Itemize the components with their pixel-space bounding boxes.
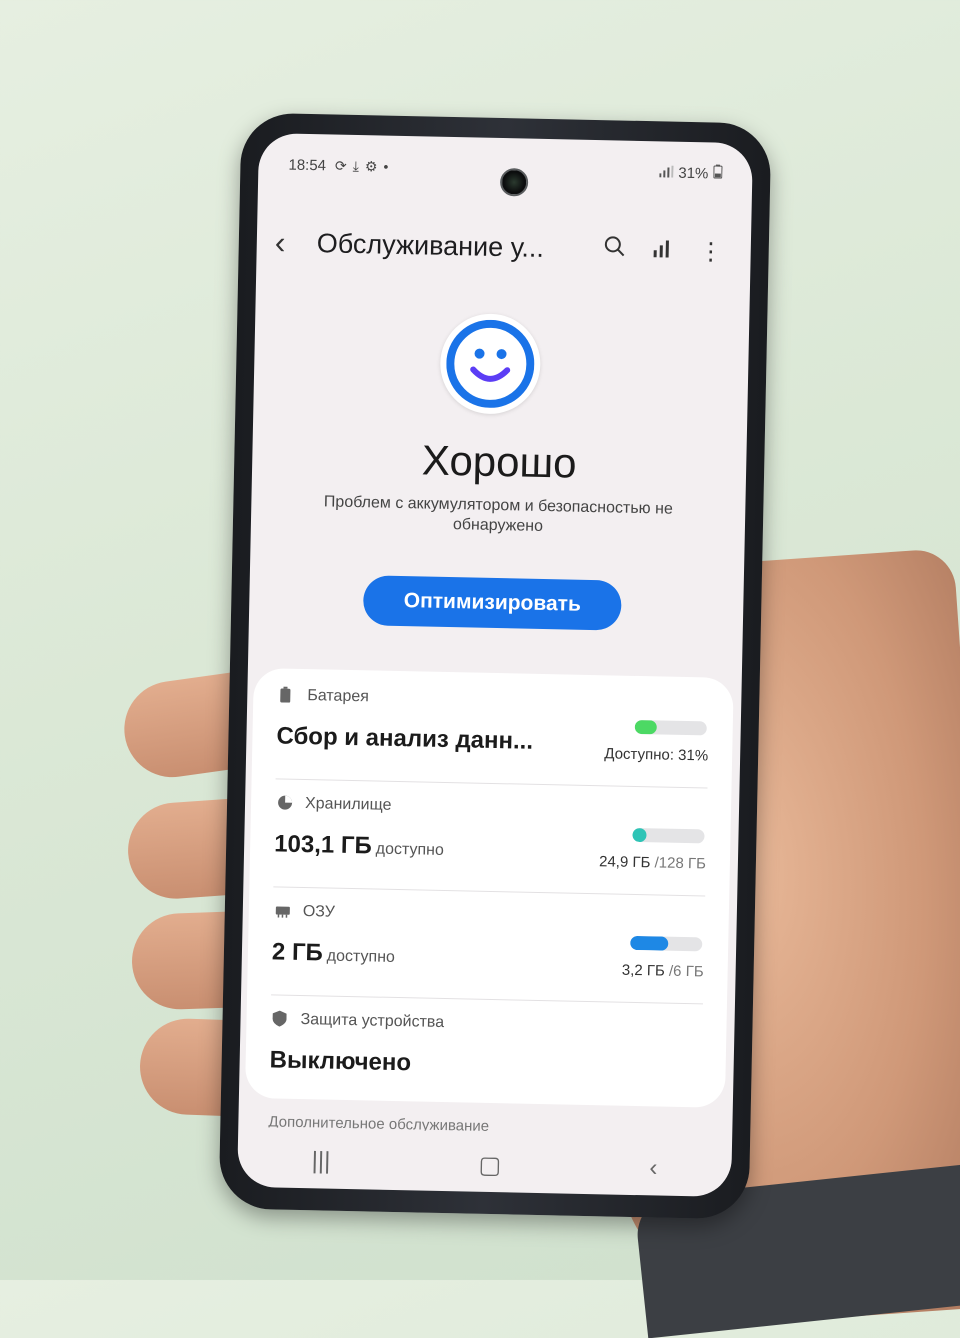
home-icon[interactable]: ▢ — [478, 1150, 501, 1179]
battery-icon — [713, 164, 723, 182]
recents-icon[interactable]: ||| — [311, 1147, 330, 1175]
storage-used: 24,9 ГБ — [598, 853, 651, 872]
maintenance-card: Батарея Сбор и анализ данн... Доступно: … — [244, 667, 734, 1108]
ram-progress-fill — [630, 935, 669, 951]
more-maintenance-label: Дополнительное обслуживание — [268, 1113, 490, 1132]
download-icon: ⤓ — [352, 157, 360, 174]
phone-screen: 18:54 ⟳ ⤓ ⚙ • 31% ‹ Обслуживание у... ⋮ … — [237, 132, 754, 1198]
battery-progress — [634, 719, 707, 736]
ram-total: /6 ГБ — [668, 962, 704, 981]
search-icon[interactable] — [590, 233, 639, 265]
ram-usage: 3,2 ГБ /6 ГБ — [622, 962, 704, 981]
back-nav-icon[interactable]: ‹ — [649, 1154, 658, 1182]
storage-progress — [632, 827, 705, 844]
storage-suffix: доступно — [375, 840, 445, 859]
battery-value: Сбор и анализ данн... — [276, 722, 534, 755]
storage-progress-fill — [632, 827, 647, 843]
dot-icon: • — [383, 158, 389, 175]
battery-progress-fill — [634, 719, 658, 735]
security-section[interactable]: Защита устройства Выключено — [269, 998, 703, 1113]
back-icon[interactable]: ‹ — [274, 224, 317, 262]
navigation-bar: ||| ▢ ‹ — [237, 1133, 732, 1197]
sync-icon: ⟳ — [334, 157, 347, 174]
battery-available: Доступно: 31% — [604, 745, 709, 765]
photo-scene: 18:54 ⟳ ⤓ ⚙ • 31% ‹ Обслуживание у... ⋮ … — [0, 0, 960, 1338]
status-title: Хорошо — [421, 436, 578, 487]
status-description: Проблем с аккумулятором и безопасностью … — [323, 493, 674, 535]
storage-label: Хранилище — [304, 795, 392, 814]
clock: 18:54 — [288, 156, 327, 174]
phone: 18:54 ⟳ ⤓ ⚙ • 31% ‹ Обслуживание у... ⋮ … — [218, 112, 772, 1220]
battery-icon — [279, 686, 295, 703]
optimize-button[interactable]: Оптимизировать — [362, 575, 622, 631]
stats-icon[interactable] — [638, 235, 687, 265]
ram-suffix: доступно — [326, 947, 396, 966]
more-options-icon[interactable]: ⋮ — [686, 236, 735, 266]
ram-label: ОЗУ — [302, 903, 336, 921]
battery-label: Батарея — [307, 687, 370, 706]
status-smiley-icon — [439, 312, 542, 415]
page-title: Обслуживание у... — [316, 227, 545, 263]
battery-section[interactable]: Батарея Сбор и анализ данн... Доступно: … — [276, 674, 710, 789]
battery-percent: 31% — [678, 164, 709, 182]
settings-icon: ⚙ — [364, 157, 378, 174]
security-label: Защита устройства — [300, 1011, 445, 1032]
shield-icon — [272, 1010, 288, 1027]
storage-total: /128 ГБ — [654, 854, 707, 873]
pie-chart-icon — [277, 794, 293, 810]
ram-section[interactable]: ОЗУ 2 ГБ доступно 3,2 ГБ /6 ГБ — [271, 890, 705, 1005]
app-bar: ‹ Обслуживание у... ⋮ — [274, 213, 735, 281]
storage-section[interactable]: Хранилище 103,1 ГБ доступно 24,9 ГБ /128 … — [273, 782, 707, 897]
ram-value: 2 ГБ доступно — [272, 938, 396, 969]
storage-value: 103,1 ГБ доступно — [274, 830, 444, 862]
ram-used: 3,2 ГБ — [621, 961, 665, 980]
security-value: Выключено — [269, 1046, 412, 1077]
storage-amount: 103,1 ГБ — [273, 830, 373, 860]
signal-icon — [659, 164, 674, 181]
memory-chip-icon — [275, 902, 291, 918]
ram-amount: 2 ГБ — [271, 938, 324, 967]
ram-progress — [630, 935, 703, 952]
front-camera — [499, 168, 529, 197]
storage-usage: 24,9 ГБ /128 ГБ — [599, 853, 706, 872]
